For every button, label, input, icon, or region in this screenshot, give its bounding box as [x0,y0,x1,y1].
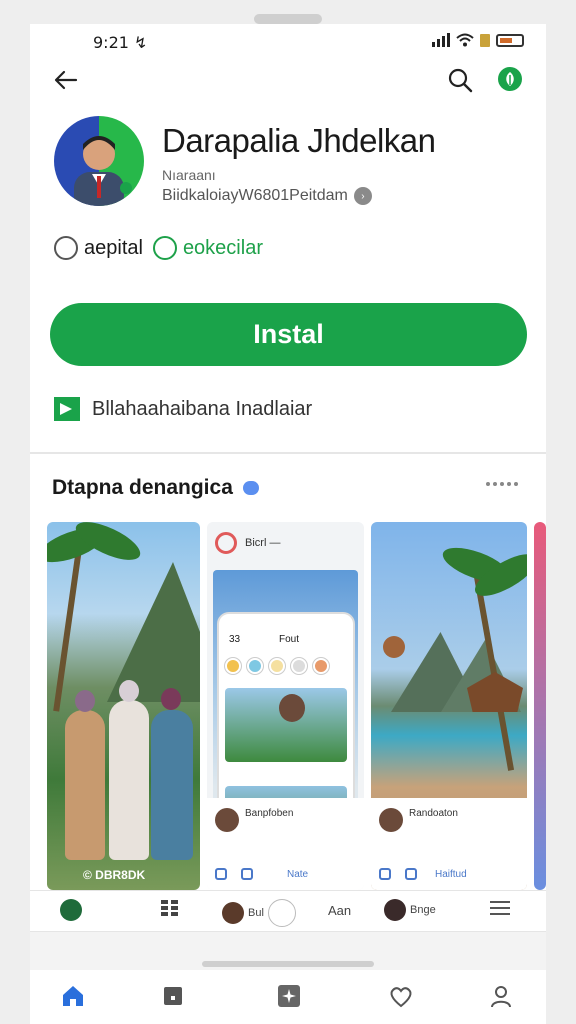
phone-screen: 9:21 ↯ Darapalia Jhdelkan Nıaraanı Biidk… [30,24,546,1024]
mock-stories-row [225,658,329,674]
tab-row-item-5[interactable]: Bnge [384,899,436,921]
screenshot-3[interactable]: Randoaton Haiftud [371,522,527,890]
mountain-shape [107,562,200,702]
mock-comment-card: Randoaton Haiftud [371,798,527,890]
screenshot-4-peek[interactable] [534,522,546,890]
tab-row-item-2[interactable] [160,899,180,917]
mock-name: Fout [279,634,300,645]
chip-option-1[interactable]: aepital [54,236,143,260]
radio-ring-icon [152,236,177,260]
person-head [119,680,139,702]
profile-icon[interactable] [487,982,515,1010]
bottom-navigation [30,970,546,1024]
content-note: Bllahaahaibana Inadlaiar [54,397,312,421]
developer-name: BiidkaloiayW6801Peitdam [162,187,348,204]
sparkle-icon[interactable] [275,982,303,1010]
wifi-icon [456,33,474,47]
person-figure [109,700,149,860]
note-text: Bllahaahaibana Inadlaiar [92,397,313,420]
arrow-left-icon[interactable] [50,64,82,96]
compass-icon [267,899,296,927]
chat-bubble-icon [242,481,259,495]
app-logo-icon [215,532,237,554]
section-title-text: Dtapna denangica [52,476,233,499]
mock-header-text: Bicrl — [245,537,281,549]
person-figure [151,710,193,860]
signal-icon [432,33,450,47]
user-avatar-icon [222,902,244,924]
developer-link[interactable]: BiidkaloiayW6801Peitdam › [162,187,372,205]
leaf-icon[interactable] [498,67,522,91]
battery-icon [496,33,524,47]
apps-icon[interactable] [159,982,187,1010]
screenshot-1[interactable]: © DBR8DK [47,522,200,890]
chip-label: aepital [84,236,143,259]
status-bar: 9:21 ↯ [30,24,546,58]
screenshots-heading: Dtapna denangica [52,476,259,500]
tab-row-label: Aan [328,903,352,918]
device-notch [254,14,322,24]
app-subtitle: Nıaraanı [162,167,216,183]
tab-row-item-1[interactable] [60,899,82,921]
tab-row-item-3[interactable]: Bul [222,899,296,927]
status-time: 9:21 ↯ [93,33,148,52]
chevron-right-icon: › [353,187,372,205]
mock-app-header: Bicrl — [215,532,280,554]
palm-trunk [53,542,83,712]
play-badge-icon [54,397,80,421]
mock-card-sub: Nate [287,869,309,880]
install-button[interactable]: Instal [50,303,527,366]
chip-label: eokecilar [182,236,263,259]
mock-avatar [379,808,403,832]
tab-row-item-6[interactable] [490,899,510,917]
radio-ring-icon [54,236,78,260]
mock-card-icons [215,868,253,880]
tab-row-label: Bnge [410,904,436,916]
person-figure [65,710,105,860]
mock-comment-card: Banpfoben Nate [207,798,364,890]
mock-card-name: Randoaton [409,808,458,819]
app-avatar-icon [60,899,82,921]
screenshot-2[interactable]: Bicrl — 33 Fout Banpfoben Nate [207,522,364,890]
grid-icon [161,900,178,916]
home-icon[interactable] [59,982,87,1010]
status-icons [432,33,524,47]
app-icon-avatar [54,116,144,206]
info-chips: aepital eokecilar [54,236,263,260]
person-head [75,690,95,712]
screenshot-caption: © DBR8DK [83,868,146,882]
sdcard-icon [480,33,490,47]
tab-row-label: Bul [248,907,264,919]
search-icon[interactable] [444,64,476,96]
mock-card-icons [379,868,417,880]
top-app-bar [30,60,546,104]
mock-avatar [215,808,239,832]
drag-handle[interactable] [202,961,374,967]
screenshot-carousel[interactable]: © DBR8DK Bicrl — 33 Fout Banpfoben Nate … [47,522,546,890]
menu-icon [490,901,510,915]
app-title: Darapalia Jhdelkan [162,122,436,159]
mock-count: 33 [229,634,241,645]
more-dots-icon[interactable] [486,482,518,486]
mock-actions [225,764,347,782]
mock-card-name: Banpfoben [245,808,294,819]
section-divider [30,452,546,454]
person-head [161,688,181,710]
balloon-shape [383,636,405,658]
tab-row-item-4[interactable]: Aan [328,903,351,918]
mock-card-sub: Haiftud [435,869,467,880]
inner-tab-row: Bul Aan Bnge [30,890,546,932]
mock-person-head [279,694,305,722]
chip-option-2[interactable]: eokecilar [152,236,263,260]
heart-icon[interactable] [387,982,415,1010]
user-avatar-icon [384,899,406,921]
